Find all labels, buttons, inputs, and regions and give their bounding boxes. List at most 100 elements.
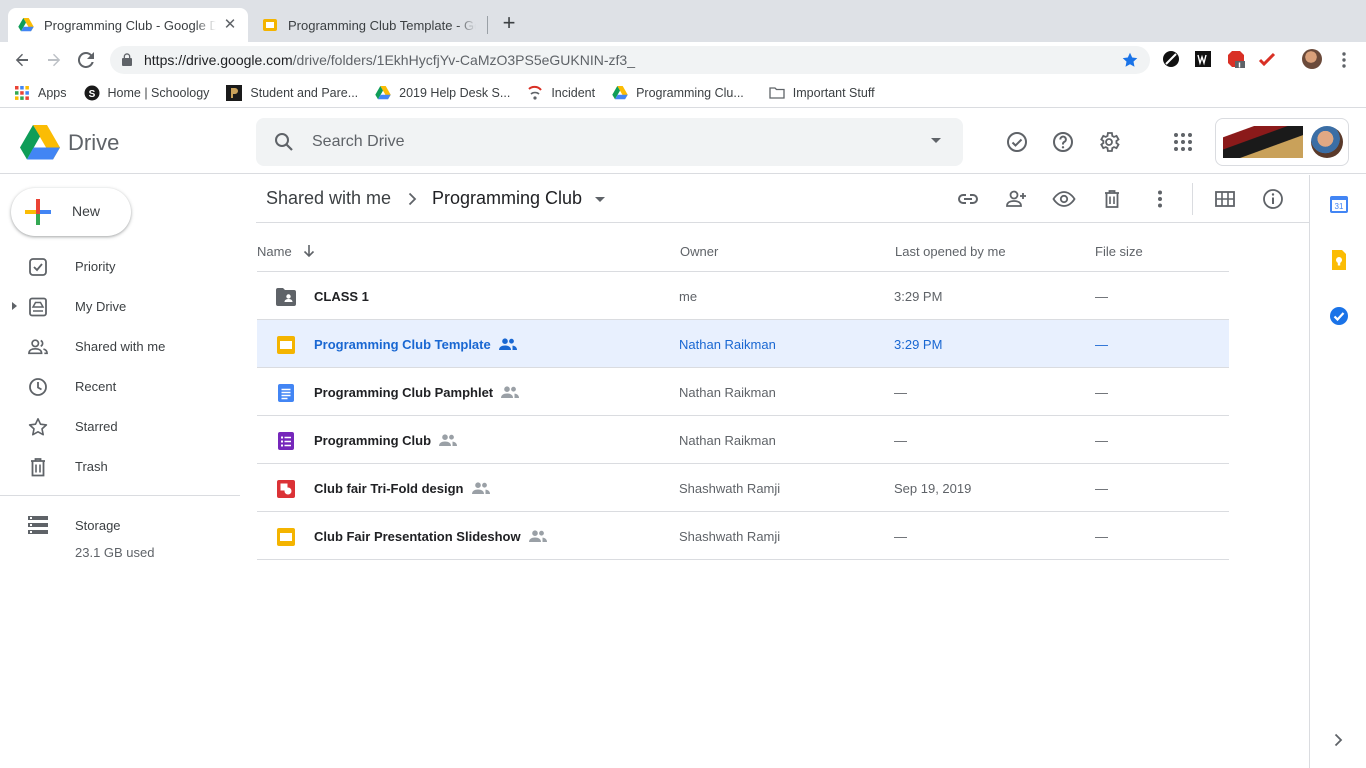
browser-tab-drive[interactable]: Programming Club - Google Drive ✕ [8, 8, 248, 42]
plus-icon [25, 199, 51, 225]
address-bar[interactable]: https://drive.google.com/drive/folders/1… [110, 46, 1150, 74]
help-icon[interactable] [1051, 130, 1075, 154]
table-row[interactable]: Club fair Tri-Fold design Shashwath Ramj… [257, 464, 1229, 512]
google-tasks-icon[interactable] [1329, 306, 1349, 326]
storage-label[interactable]: Storage [75, 518, 121, 533]
adblock-icon[interactable] [1227, 50, 1245, 68]
browser-tabstrip: Programming Club - Google Drive ✕ Progra… [0, 0, 1366, 42]
remove-trash-icon[interactable] [1100, 187, 1124, 211]
bookmarks-bar: Apps S Home | Schoology Student and Pare… [0, 78, 1366, 108]
column-header-last-opened[interactable]: Last opened by me [895, 244, 1006, 259]
shared-folder-icon [276, 288, 296, 306]
file-name-text: Programming Club Pamphlet [314, 385, 494, 400]
table-row[interactable]: Programming Club Nathan Raikman — — [257, 416, 1229, 464]
more-actions-icon[interactable] [1148, 187, 1172, 211]
column-header-name[interactable]: Name [257, 244, 292, 259]
column-header-owner[interactable]: Owner [680, 244, 718, 259]
account-avatar[interactable] [1311, 126, 1343, 158]
file-owner: Shashwath Ramji [679, 481, 781, 496]
google-docs-file-icon [278, 384, 294, 402]
table-row[interactable]: Programming Club Pamphlet Nathan Raikman… [257, 368, 1229, 416]
browser-tab-slides[interactable]: Programming Club Template - Google Slide… [250, 8, 488, 42]
bookmark-help-desk[interactable]: 2019 Help Desk S... [375, 85, 510, 101]
table-row[interactable]: CLASS 1 me 3:29 PM — [257, 272, 1229, 320]
schoology-icon: S [84, 85, 99, 100]
file-name: Programming Club [314, 433, 458, 448]
google-apps-grid-icon[interactable] [1171, 130, 1195, 154]
preview-eye-icon[interactable] [1052, 187, 1076, 211]
google-keep-icon[interactable] [1329, 250, 1349, 270]
folder-menu-dropdown-icon[interactable] [595, 197, 605, 202]
left-sidebar: New Priority My Drive Shared with me Rec… [0, 175, 256, 768]
column-header-file-size[interactable]: File size [1095, 244, 1143, 259]
sidebar-item-my-drive[interactable]: My Drive [0, 287, 240, 327]
bookmark-label: 2019 Help Desk S... [399, 85, 511, 100]
search-input[interactable] [312, 130, 892, 154]
extension-disable-icon[interactable] [1162, 50, 1180, 68]
file-size: — [1095, 337, 1108, 352]
drive-header: Drive [0, 110, 1366, 174]
student-portal-icon [226, 84, 243, 101]
bookmark-student-parent[interactable]: Student and Pare... [226, 84, 358, 101]
sidebar-item-priority[interactable]: Priority [0, 247, 240, 287]
bookmark-label: Important Stuff [792, 85, 875, 100]
get-link-icon[interactable] [956, 187, 980, 211]
share-add-person-icon[interactable] [1004, 187, 1028, 211]
search-bar [256, 118, 963, 166]
extension-check-icon[interactable] [1258, 50, 1276, 68]
search-icon[interactable] [274, 132, 294, 152]
storage-used-text: 23.1 GB used [75, 545, 155, 560]
shared-with-me-icon [28, 339, 48, 355]
bookmark-label: Home | Schoology [107, 85, 210, 100]
sidebar-item-recent[interactable]: Recent [0, 367, 240, 407]
file-name: Club Fair Presentation Slideshow [314, 529, 547, 544]
shared-people-icon [498, 338, 517, 350]
organization-logo [1223, 126, 1303, 158]
breadcrumb-current-folder[interactable]: Programming Club [432, 188, 582, 209]
folder-icon [769, 86, 785, 99]
file-owner: Nathan Raikman [679, 337, 776, 352]
sidebar-item-trash[interactable]: Trash [0, 447, 240, 487]
new-button-label: New [72, 203, 101, 219]
bookmark-apps[interactable]: Apps [14, 85, 67, 101]
close-tab-icon[interactable]: ✕ [222, 17, 238, 33]
bookmark-star-icon[interactable] [1122, 52, 1138, 68]
chrome-menu-icon[interactable] [1338, 50, 1350, 70]
chrome-profile-avatar[interactable] [1302, 49, 1322, 69]
extension-wh-icon[interactable] [1194, 50, 1212, 68]
bookmark-folder-important-stuff[interactable]: Important Stuff [769, 85, 875, 101]
shared-people-icon [501, 386, 520, 398]
google-calendar-icon[interactable]: 31 [1329, 194, 1349, 214]
account-switcher[interactable] [1215, 118, 1349, 166]
drive-wordmark[interactable]: Drive [68, 130, 119, 156]
breadcrumb-shared-with-me[interactable]: Shared with me [266, 188, 391, 209]
google-slides-favicon-icon [263, 19, 277, 31]
view-details-info-icon[interactable] [1261, 187, 1285, 211]
bookmark-schoology[interactable]: S Home | Schoology [84, 85, 210, 101]
sidebar-item-shared-with-me[interactable]: Shared with me [0, 327, 240, 367]
file-size: — [1095, 433, 1108, 448]
forward-button[interactable] [42, 48, 66, 72]
star-icon [28, 418, 48, 436]
trash-icon [31, 458, 45, 477]
expand-panel-chevron-icon[interactable] [1330, 732, 1346, 748]
settings-gear-icon[interactable] [1097, 130, 1121, 154]
sidebar-item-starred[interactable]: Starred [0, 407, 240, 447]
reload-button[interactable] [74, 48, 98, 72]
expand-caret-icon[interactable] [12, 302, 17, 310]
grid-view-icon[interactable] [1213, 187, 1237, 211]
svg-text:S: S [88, 89, 95, 100]
table-row[interactable]: Club Fair Presentation Slideshow Shashwa… [257, 512, 1229, 560]
back-button[interactable] [10, 48, 34, 72]
google-drive-logo-icon[interactable] [20, 125, 60, 160]
bookmark-programming-club[interactable]: Programming Clu... [612, 85, 744, 101]
file-name-text: Programming Club Template [314, 337, 491, 352]
bookmark-incident[interactable]: Incident [527, 85, 595, 101]
new-tab-button[interactable]: + [498, 12, 520, 34]
new-button[interactable]: New [11, 188, 131, 236]
sort-arrow-down-icon[interactable] [301, 243, 317, 259]
offline-ready-icon[interactable] [1005, 130, 1029, 154]
table-row[interactable]: Programming Club Template Nathan Raikman… [257, 320, 1229, 368]
shared-people-icon [528, 530, 547, 542]
search-options-dropdown-icon[interactable] [931, 138, 941, 143]
